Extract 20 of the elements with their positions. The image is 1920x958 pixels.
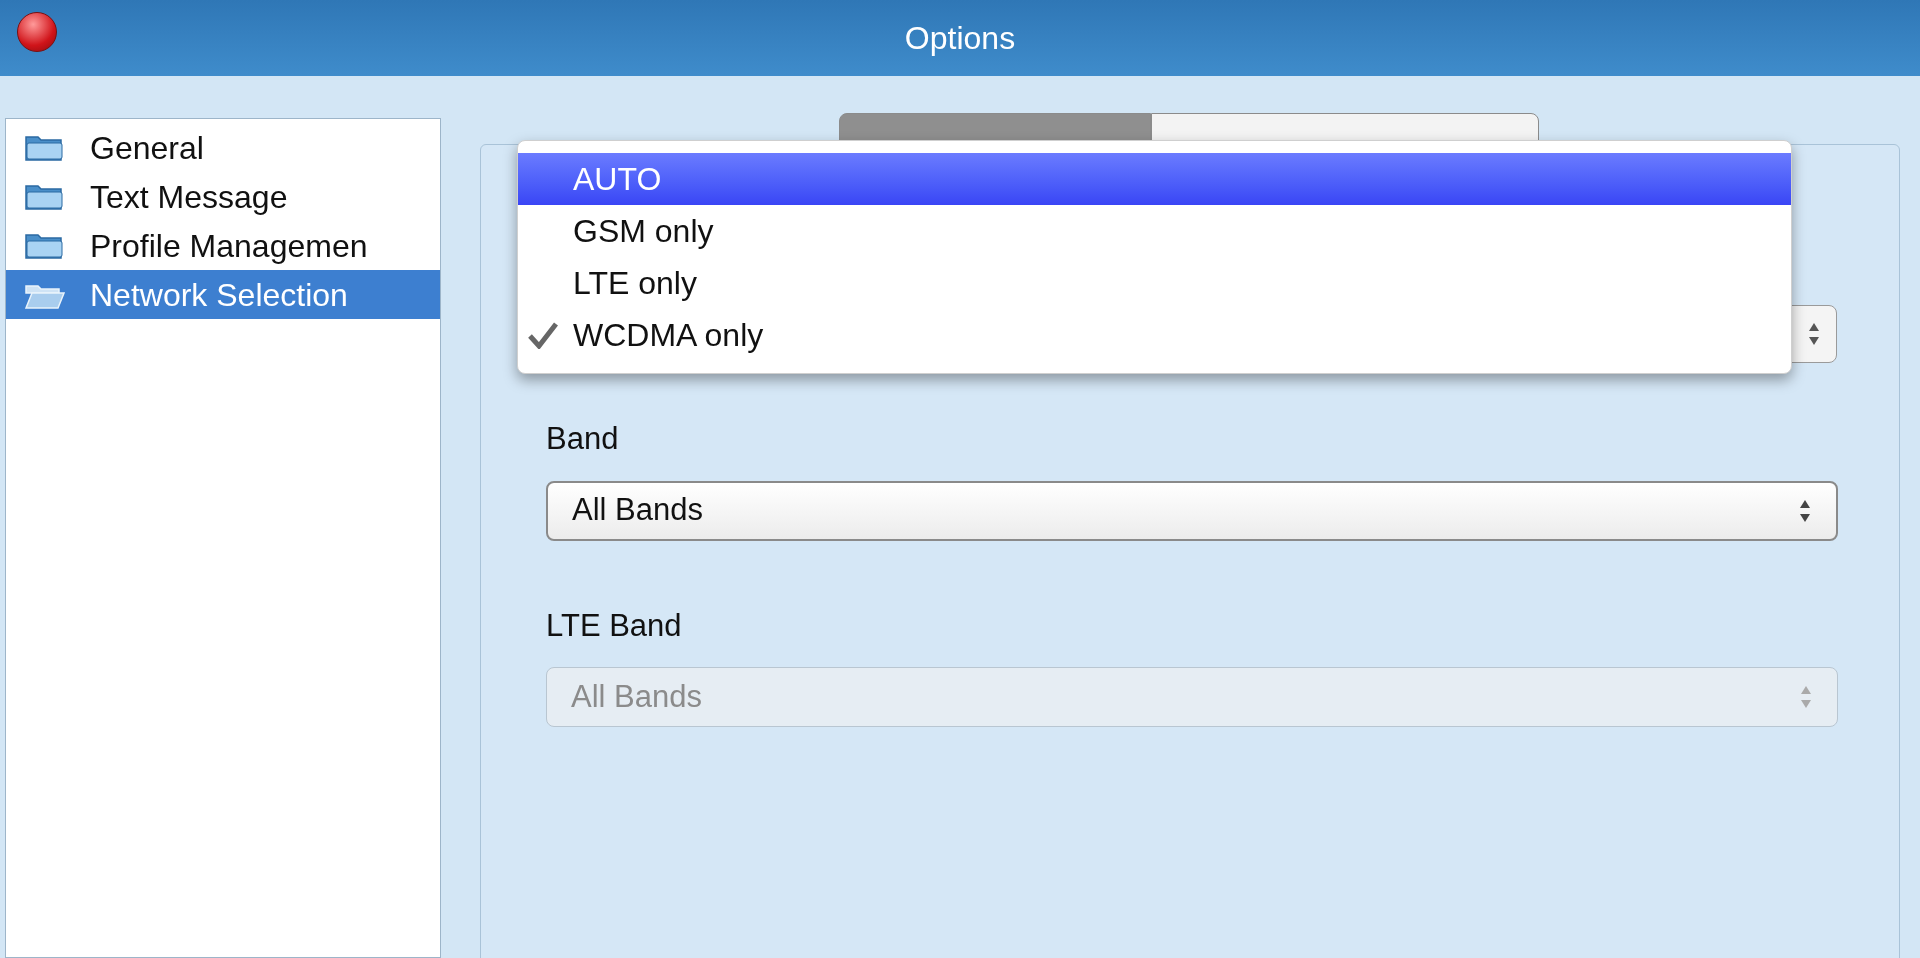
sidebar-item-label: Text Message — [90, 177, 288, 217]
window-title: Options — [904, 19, 1016, 58]
menu-item[interactable]: GSM only — [518, 205, 1791, 257]
checkmark-icon — [528, 321, 558, 349]
close-button[interactable] — [17, 12, 57, 52]
band-select[interactable]: All Bands — [546, 480, 1838, 541]
sidebar-item-label: General — [90, 128, 204, 168]
field-label: LTE Band — [546, 606, 683, 645]
menu-item[interactable]: WCDMA only — [518, 309, 1791, 361]
menu-item[interactable]: AUTO — [518, 153, 1791, 205]
sidebar-item[interactable]: Network Selection — [6, 270, 440, 319]
sidebar-item[interactable]: Profile Managemen — [6, 221, 440, 270]
sidebar-item[interactable]: General — [6, 123, 440, 172]
sidebar-item-label: Profile Managemen — [90, 226, 368, 266]
sidebar-item-label: Network Selection — [90, 275, 348, 315]
field-label: Band — [546, 420, 620, 458]
sidebar-item[interactable]: Text Message — [6, 172, 440, 221]
stepper-icon[interactable] — [1791, 305, 1837, 363]
menu-item[interactable]: LTE only — [518, 257, 1791, 309]
stepper-icon — [1799, 684, 1813, 710]
